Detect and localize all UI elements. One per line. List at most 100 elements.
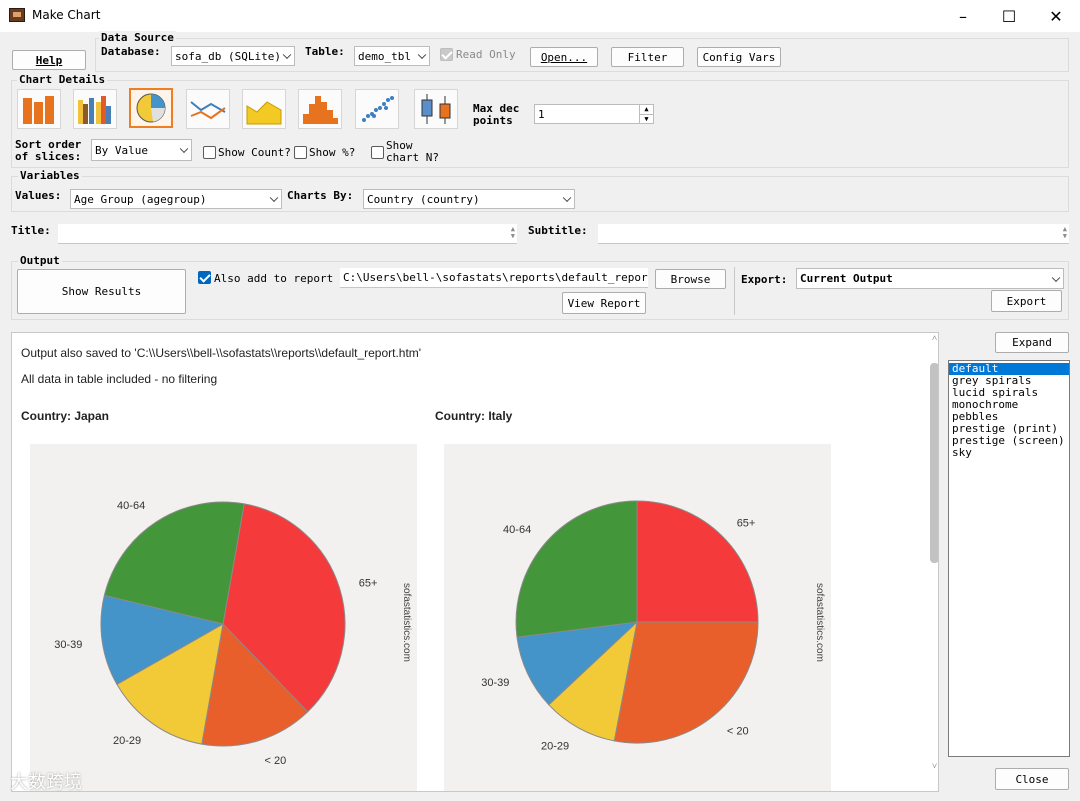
clustered-bar-chart-button[interactable]	[73, 89, 117, 129]
scatterplot-button[interactable]	[355, 89, 399, 129]
chart-title-italy: Country: Italy	[435, 409, 513, 423]
scroll-down-icon[interactable]: ˅	[930, 761, 938, 775]
spin-down-icon[interactable]: ▼	[639, 114, 653, 123]
expand-button[interactable]: Expand	[995, 332, 1069, 353]
pie-chart-icon	[136, 93, 166, 123]
pie-label: 30-39	[54, 639, 82, 651]
pie-label: < 20	[265, 755, 287, 767]
chevron-down-icon	[282, 50, 292, 60]
scroll-up-icon[interactable]: ˄	[930, 333, 938, 347]
show-count-label: Show Count?	[218, 146, 291, 159]
title-label: Title:	[11, 224, 51, 237]
simple-bar-chart-icon	[23, 96, 54, 124]
open-button[interactable]: Open...	[530, 47, 598, 67]
table-label: Table:	[305, 45, 345, 58]
close-button[interactable]: Close	[995, 768, 1069, 790]
histogram-button[interactable]	[298, 89, 342, 129]
pie-chart-button[interactable]	[129, 88, 173, 128]
read-only-checkbox[interactable]	[440, 48, 453, 61]
maximize-button[interactable]: ☐	[986, 0, 1032, 32]
line-chart-button[interactable]	[186, 89, 230, 129]
close-window-button[interactable]: ✕	[1033, 0, 1079, 32]
database-value: sofa_db (SQLite)	[175, 49, 281, 63]
also-add-label: Also add to report	[214, 272, 334, 285]
pie-chart-italy: 65+ < 20 20-29 30-39 40-64	[444, 444, 831, 791]
values-label: Values:	[15, 189, 62, 202]
output-divider	[734, 267, 735, 315]
table-select[interactable]: demo_tbl	[354, 46, 430, 66]
pie-label: 65+	[737, 517, 756, 529]
export-button[interactable]: Export	[991, 290, 1062, 312]
sort-order-label: Sort order of slices:	[15, 138, 82, 163]
pie-svg-japan: 65+ < 20 20-29 30-39 40-64	[54, 500, 378, 767]
pie-label: < 20	[727, 726, 749, 738]
show-results-button[interactable]: Show Results	[17, 269, 186, 314]
report-path-input[interactable]: C:\Users\bell-\sofastats\reports\default…	[340, 268, 648, 288]
sort-order-value: By Value	[95, 143, 148, 157]
line-chart-icon	[190, 101, 226, 120]
max-dec-value: 1	[538, 108, 545, 121]
subtitle-input[interactable]: ▲ ▼	[598, 224, 1069, 244]
results-pane[interactable]: Output also saved to 'C:\\Users\\bell-\\…	[11, 332, 939, 792]
pie-label: 20-29	[113, 735, 141, 747]
help-button[interactable]: Help	[12, 50, 86, 70]
simple-bar-chart-button[interactable]	[17, 89, 61, 129]
sort-order-select[interactable]: By Value	[91, 139, 192, 161]
variables-label: Variables	[18, 169, 82, 182]
pie-svg-italy: 65+ < 20 20-29 30-39 40-64	[481, 500, 759, 753]
pie-label: 40-64	[117, 500, 145, 512]
chevron-down-icon	[179, 144, 189, 154]
chevron-down-icon	[269, 193, 279, 203]
also-add-checkbox[interactable]	[198, 271, 211, 284]
subtitle-label: Subtitle:	[528, 224, 588, 237]
export-label: Export:	[741, 273, 788, 286]
config-vars-button[interactable]: Config Vars	[697, 47, 781, 67]
scatterplot-icon	[362, 96, 394, 122]
area-chart-icon	[246, 101, 282, 125]
browse-button[interactable]: Browse	[655, 269, 726, 289]
spin-up-icon[interactable]: ▲	[639, 105, 653, 114]
pie-slice-40-64	[515, 500, 638, 638]
title-input[interactable]: ▲ ▼	[58, 224, 517, 244]
scrollbar-thumb[interactable]	[930, 363, 938, 563]
charts-by-select[interactable]: Country (country)	[363, 189, 575, 209]
pie-chart-japan: 65+ < 20 20-29 30-39 40-64	[30, 444, 417, 791]
read-only-label: Read Only	[456, 48, 516, 61]
view-report-button[interactable]: View Report	[562, 292, 646, 314]
style-item-sky[interactable]: sky	[949, 447, 1069, 459]
footer-watermark: 大数跨境	[10, 772, 82, 793]
chevron-down-icon	[562, 193, 572, 203]
charts-by-label: Charts By:	[287, 189, 354, 202]
max-dec-label: Max dec points	[473, 102, 520, 127]
filter-button[interactable]: Filter	[611, 47, 684, 67]
boxplot-icon	[421, 94, 451, 124]
data-source-label: Data Source	[99, 31, 176, 44]
chart-title-japan: Country: Japan	[21, 409, 110, 423]
max-dec-spinner[interactable]: 1 ▲ ▼	[534, 104, 654, 124]
style-list[interactable]: default grey spirals lucid spirals monoc…	[948, 360, 1070, 757]
show-chart-n-label: Show chart N?	[386, 139, 439, 164]
show-count-checkbox[interactable]	[203, 146, 216, 159]
area-chart-button[interactable]	[242, 89, 286, 129]
field-scroll-icon: ▲ ▼	[1062, 225, 1067, 240]
window-title: Make Chart	[32, 8, 101, 22]
export-select[interactable]: Current Output	[796, 268, 1064, 289]
boxplot-button[interactable]	[414, 89, 458, 129]
database-select[interactable]: sofa_db (SQLite)	[171, 46, 295, 66]
show-pct-checkbox[interactable]	[294, 146, 307, 159]
pie-label: 65+	[359, 578, 378, 590]
database-label: Database:	[101, 45, 161, 58]
table-value: demo_tbl	[358, 49, 411, 63]
clustered-bar-chart-icon	[78, 96, 111, 124]
output-label: Output	[18, 254, 62, 267]
chevron-down-icon	[417, 50, 427, 60]
results-scrollbar[interactable]: ˄ ˅	[930, 333, 938, 791]
values-select[interactable]: Age Group (agegroup)	[70, 189, 282, 209]
minimize-button[interactable]: –	[940, 0, 986, 32]
values-value: Age Group (agegroup)	[74, 192, 207, 206]
filter-status-text: All data in table included - no filterin…	[21, 372, 218, 386]
show-chart-n-checkbox[interactable]	[371, 146, 384, 159]
pie-label: 30-39	[481, 677, 509, 689]
histogram-icon	[303, 96, 338, 124]
watermark-italy: sofastatistics.com	[814, 583, 825, 662]
